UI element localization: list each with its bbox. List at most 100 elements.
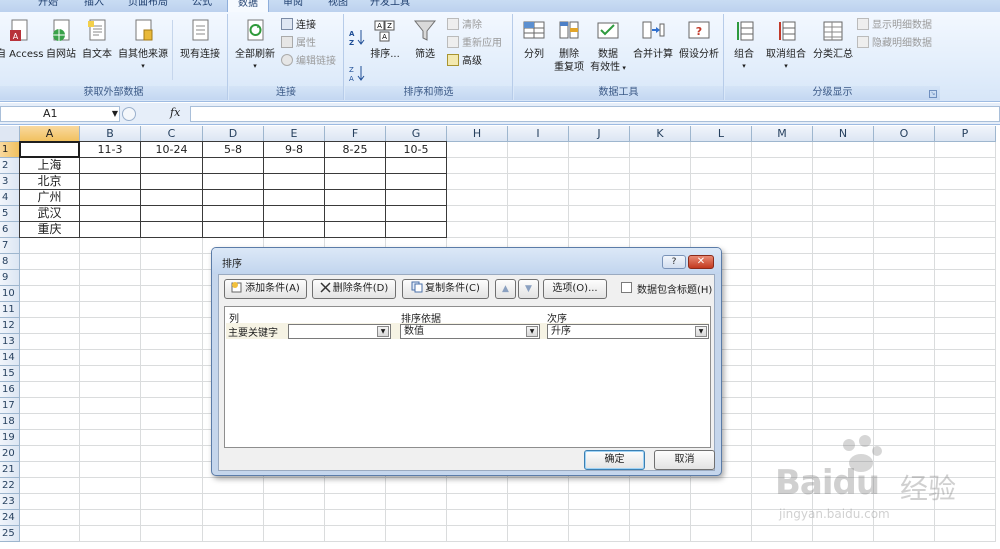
- advanced-filter-button[interactable]: 高级: [447, 54, 482, 70]
- cell-o22[interactable]: [874, 478, 935, 494]
- cell-m1[interactable]: [752, 142, 813, 158]
- cell-b6[interactable]: [80, 222, 141, 238]
- cell-m4[interactable]: [752, 190, 813, 206]
- cell-a7[interactable]: [20, 238, 80, 254]
- cell-c22[interactable]: [141, 478, 203, 494]
- cell-o25[interactable]: [874, 526, 935, 542]
- cell-h6[interactable]: [447, 222, 508, 238]
- cell-c25[interactable]: [141, 526, 203, 542]
- cell-k2[interactable]: [630, 158, 691, 174]
- cell-o3[interactable]: [874, 174, 935, 190]
- cell-o4[interactable]: [874, 190, 935, 206]
- sort-descending-button[interactable]: ZA: [349, 64, 365, 83]
- cell-n15[interactable]: [813, 366, 874, 382]
- column-header-c[interactable]: C: [141, 126, 203, 142]
- subtotal-button[interactable]: 分类汇总: [811, 18, 855, 61]
- cell-a6[interactable]: 重庆: [20, 222, 80, 238]
- column-header-a[interactable]: A: [20, 126, 80, 142]
- copy-condition-button[interactable]: 复制条件(C): [402, 279, 489, 299]
- cell-o2[interactable]: [874, 158, 935, 174]
- cell-m21[interactable]: [752, 462, 813, 478]
- chevron-down-icon[interactable]: ▼: [526, 326, 538, 337]
- cell-f6[interactable]: [325, 222, 386, 238]
- cell-f24[interactable]: [325, 510, 386, 526]
- cell-a23[interactable]: [20, 494, 80, 510]
- cell-e2[interactable]: [264, 158, 325, 174]
- row-header-25[interactable]: 25: [0, 526, 20, 542]
- cell-k3[interactable]: [630, 174, 691, 190]
- cell-l1[interactable]: [691, 142, 752, 158]
- cell-a15[interactable]: [20, 366, 80, 382]
- cell-n13[interactable]: [813, 334, 874, 350]
- cell-j24[interactable]: [569, 510, 630, 526]
- help-button[interactable]: ?: [662, 255, 686, 269]
- cell-b16[interactable]: [80, 382, 141, 398]
- close-button[interactable]: ✕: [688, 255, 714, 269]
- ok-button[interactable]: 确定: [584, 450, 645, 470]
- cell-m7[interactable]: [752, 238, 813, 254]
- cell-n19[interactable]: [813, 430, 874, 446]
- move-down-button[interactable]: ▼: [518, 279, 539, 299]
- cell-a3[interactable]: 北京: [20, 174, 80, 190]
- cell-o13[interactable]: [874, 334, 935, 350]
- cell-h25[interactable]: [447, 526, 508, 542]
- cell-b14[interactable]: [80, 350, 141, 366]
- tab-developer[interactable]: 开发工具: [370, 0, 410, 12]
- cell-b24[interactable]: [80, 510, 141, 526]
- cell-h22[interactable]: [447, 478, 508, 494]
- cell-h24[interactable]: [447, 510, 508, 526]
- cancel-button[interactable]: 取消: [654, 450, 715, 470]
- cell-n21[interactable]: [813, 462, 874, 478]
- cell-p22[interactable]: [935, 478, 996, 494]
- cell-p5[interactable]: [935, 206, 996, 222]
- cell-a14[interactable]: [20, 350, 80, 366]
- cell-p9[interactable]: [935, 270, 996, 286]
- cell-j5[interactable]: [569, 206, 630, 222]
- cell-c15[interactable]: [141, 366, 203, 382]
- cell-m16[interactable]: [752, 382, 813, 398]
- edit-links-button[interactable]: 编辑链接: [281, 54, 336, 70]
- cell-e1[interactable]: 9-8: [264, 142, 325, 158]
- cell-n12[interactable]: [813, 318, 874, 334]
- row-header-18[interactable]: 18: [0, 414, 20, 430]
- cell-n10[interactable]: [813, 286, 874, 302]
- group-rows-button[interactable]: 组合 ▾: [729, 18, 759, 71]
- cell-p25[interactable]: [935, 526, 996, 542]
- column-header-g[interactable]: G: [386, 126, 447, 142]
- cell-p17[interactable]: [935, 398, 996, 414]
- cell-b12[interactable]: [80, 318, 141, 334]
- cell-b7[interactable]: [80, 238, 141, 254]
- cell-c6[interactable]: [141, 222, 203, 238]
- cell-e24[interactable]: [264, 510, 325, 526]
- cell-c12[interactable]: [141, 318, 203, 334]
- row-header-2[interactable]: 2: [0, 158, 20, 174]
- cell-m15[interactable]: [752, 366, 813, 382]
- add-condition-button[interactable]: 添加条件(A): [224, 279, 307, 299]
- cell-m25[interactable]: [752, 526, 813, 542]
- cell-l25[interactable]: [691, 526, 752, 542]
- cell-m23[interactable]: [752, 494, 813, 510]
- row-header-11[interactable]: 11: [0, 302, 20, 318]
- text-to-columns-button[interactable]: 分列: [518, 18, 550, 61]
- column-header-d[interactable]: D: [203, 126, 264, 142]
- column-header-h[interactable]: H: [447, 126, 508, 142]
- cell-m13[interactable]: [752, 334, 813, 350]
- cell-l4[interactable]: [691, 190, 752, 206]
- chevron-down-icon[interactable]: ▼: [695, 326, 707, 337]
- sort-ascending-button[interactable]: AZ: [349, 28, 365, 47]
- cell-c4[interactable]: [141, 190, 203, 206]
- column-header-e[interactable]: E: [264, 126, 325, 142]
- order-select[interactable]: 升序 ▼: [547, 324, 709, 339]
- column-select[interactable]: ▼: [288, 324, 391, 339]
- row-header-8[interactable]: 8: [0, 254, 20, 270]
- cell-l23[interactable]: [691, 494, 752, 510]
- cell-a4[interactable]: 广州: [20, 190, 80, 206]
- cell-j23[interactable]: [569, 494, 630, 510]
- cell-n24[interactable]: [813, 510, 874, 526]
- sort-criteria-row[interactable]: 主要关键字 ▼ 数值 ▼ 升序 ▼: [226, 323, 709, 339]
- tab-data[interactable]: 数据: [227, 0, 269, 12]
- cell-b18[interactable]: [80, 414, 141, 430]
- cell-c21[interactable]: [141, 462, 203, 478]
- cell-p3[interactable]: [935, 174, 996, 190]
- column-header-n[interactable]: N: [813, 126, 874, 142]
